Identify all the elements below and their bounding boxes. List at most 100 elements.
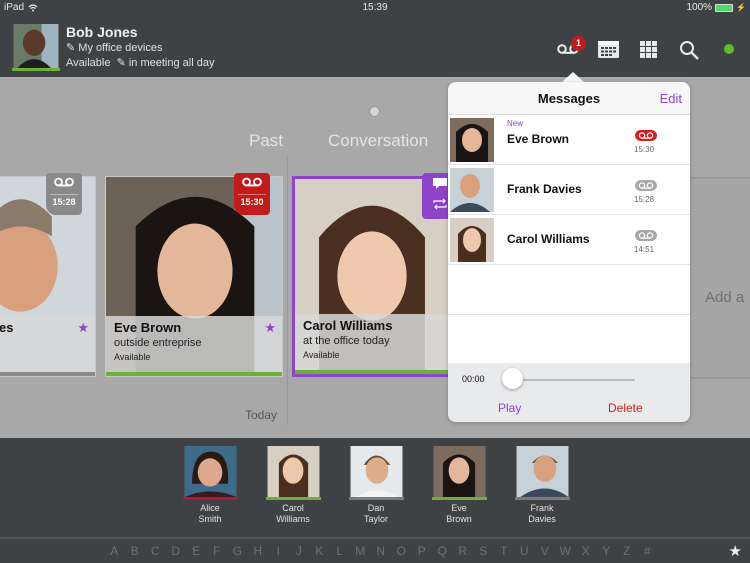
- card-note: at the office today: [303, 335, 390, 347]
- alphabet-letter[interactable]: Q: [432, 544, 453, 558]
- alphabet-letter[interactable]: N: [371, 544, 392, 558]
- alphabet-letter[interactable]: D: [166, 544, 187, 558]
- status-bar-strip: [0, 372, 95, 376]
- playback-track[interactable]: [511, 379, 635, 381]
- empty-row: [448, 265, 690, 315]
- battery-icon: [715, 3, 734, 12]
- status-bar-strip: [295, 370, 449, 374]
- calendar-icon[interactable]: [598, 41, 619, 58]
- favorite-contact[interactable]: Frank Davies: [514, 446, 570, 525]
- alphabet-letter[interactable]: A: [104, 544, 125, 558]
- card-info: es ★: [0, 316, 95, 372]
- past-label: Past: [249, 131, 284, 150]
- presence-indicator[interactable]: [724, 44, 734, 54]
- edit-button[interactable]: Edit: [660, 91, 682, 106]
- apps-grid-icon[interactable]: [640, 41, 657, 58]
- alphabet-letter[interactable]: E: [186, 544, 207, 558]
- card-availability: Available: [303, 350, 340, 360]
- empty-row: [448, 315, 690, 365]
- message-avatar: [450, 218, 494, 262]
- voicemail-tag[interactable]: 15:30: [234, 173, 270, 215]
- alphabet-letter[interactable]: G: [227, 544, 248, 558]
- status-bar: iPad 15:39 100% ⚡: [0, 0, 750, 16]
- delete-button[interactable]: Delete: [608, 401, 643, 415]
- favorite-photo: [265, 446, 321, 500]
- timeline-divider: [287, 155, 288, 425]
- voicemail-tag[interactable]: 15:28: [46, 173, 82, 215]
- voicemail-read-icon: [635, 180, 657, 191]
- message-time: 15:28: [634, 195, 655, 204]
- alphabet-letter[interactable]: O: [391, 544, 412, 558]
- message-name: Frank Davies: [507, 182, 582, 196]
- favorite-name: Eve Brown: [446, 503, 472, 524]
- pencil-icon: ✎: [116, 57, 126, 69]
- voicemail-icon: [242, 177, 262, 187]
- message-avatar: [450, 118, 494, 162]
- alphabet-letters: A B C D E F G H I J K L M N O P Q R S T U V W X Y Z #: [104, 544, 658, 558]
- card-name: es: [0, 320, 14, 335]
- chat-bubble-icon: [433, 178, 447, 189]
- alphabet-letter[interactable]: W: [555, 544, 576, 558]
- popover-title: Messages: [537, 91, 601, 106]
- alphabet-letter[interactable]: Y: [596, 544, 617, 558]
- alphabet-letter[interactable]: P: [412, 544, 433, 558]
- status-line[interactable]: Available ✎ in meeting all day: [66, 56, 214, 69]
- alphabet-letter[interactable]: F: [207, 544, 228, 558]
- search-icon[interactable]: [679, 40, 699, 60]
- timeline-slider-handle[interactable]: [369, 106, 380, 117]
- alphabet-letter[interactable]: U: [514, 544, 535, 558]
- alphabet-letter[interactable]: I: [268, 544, 289, 558]
- popover-header: Messages Edit: [448, 82, 690, 115]
- add-label: Add a: [705, 289, 745, 306]
- message-row[interactable]: Carol Williams 14:51: [448, 215, 690, 265]
- popover-arrow: [562, 72, 584, 82]
- alphabet-letter[interactable]: K: [309, 544, 330, 558]
- favorite-contact[interactable]: Carol Williams: [265, 446, 321, 525]
- message-row[interactable]: Frank Davies 15:28: [448, 165, 690, 215]
- alphabet-letter[interactable]: R: [453, 544, 474, 558]
- message-time: 15:30: [634, 145, 655, 154]
- alphabet-letter[interactable]: L: [330, 544, 351, 558]
- alphabet-letter[interactable]: Z: [617, 544, 638, 558]
- message-time: 14:51: [634, 245, 655, 254]
- favorite-contact[interactable]: Eve Brown: [431, 446, 487, 525]
- user-name: Bob Jones: [66, 24, 138, 40]
- favorite-contact[interactable]: Alice Smith: [182, 446, 238, 525]
- new-label: New: [507, 119, 524, 128]
- alphabet-letter[interactable]: C: [145, 544, 166, 558]
- alphabet-letter[interactable]: #: [637, 544, 658, 558]
- favorite-star-icon[interactable]: ★: [77, 320, 89, 336]
- play-button[interactable]: Play: [498, 401, 521, 415]
- add-contact-card[interactable]: Add a: [689, 177, 750, 379]
- card-info: Eve Brown outside entreprise Available ★: [106, 316, 282, 372]
- message-row[interactable]: New Eve Brown 15:30: [448, 115, 690, 165]
- alphabet-letter[interactable]: V: [535, 544, 556, 558]
- voicemail-player: 00:00 Play Delete: [448, 363, 690, 422]
- alphabet-letter[interactable]: B: [125, 544, 146, 558]
- favorite-photo: [514, 446, 570, 500]
- favorite-photo: [431, 446, 487, 500]
- battery-percent: 100%: [686, 2, 713, 13]
- favorite-contact[interactable]: Dan Taylor: [348, 446, 404, 525]
- devices-link[interactable]: ✎ My office devices: [66, 41, 162, 54]
- alphabet-index: A B C D E F G H I J K L M N O P Q R S T U V W X Y Z # ★: [0, 537, 750, 563]
- alphabet-letter[interactable]: M: [350, 544, 371, 558]
- alphabet-letter[interactable]: X: [576, 544, 597, 558]
- card-name: Eve Brown: [114, 320, 182, 335]
- alphabet-letter[interactable]: S: [473, 544, 494, 558]
- voicemail-read-icon: [635, 230, 657, 241]
- favorite-star-icon[interactable]: ★: [264, 320, 276, 336]
- alphabet-letter[interactable]: H: [248, 544, 269, 558]
- voicemail-icon: [54, 177, 74, 187]
- status-bar-strip: [106, 372, 282, 376]
- playback-time: 00:00: [462, 374, 485, 384]
- favorites-star-icon[interactable]: ★: [729, 542, 742, 560]
- alphabet-letter[interactable]: T: [494, 544, 515, 558]
- message-name: Eve Brown: [507, 132, 570, 146]
- favorite-photo: [182, 446, 238, 500]
- playback-slider-thumb[interactable]: [502, 368, 523, 389]
- avatar-photo: [13, 24, 59, 68]
- header: Bob Jones ✎ My office devices Available …: [0, 16, 750, 77]
- user-avatar[interactable]: [12, 24, 60, 71]
- alphabet-letter[interactable]: J: [289, 544, 310, 558]
